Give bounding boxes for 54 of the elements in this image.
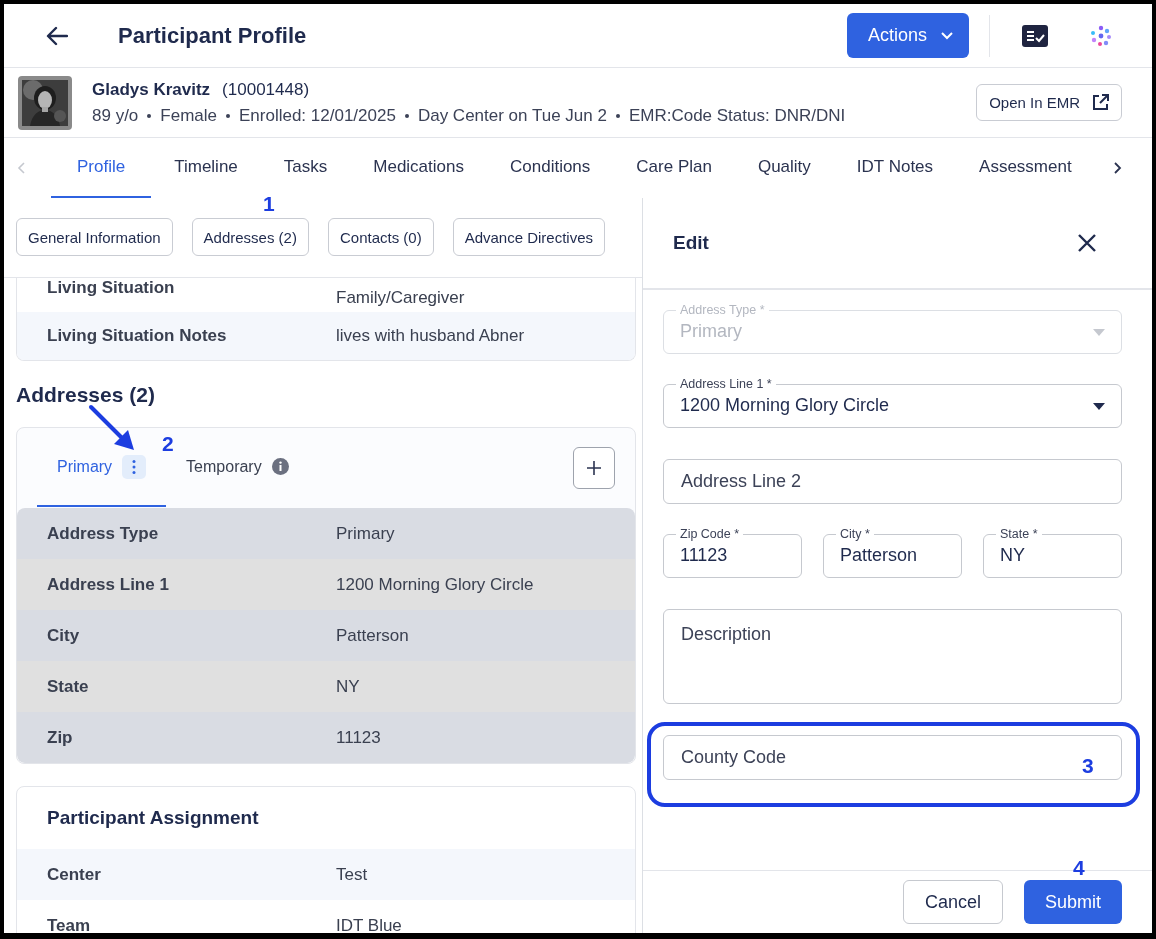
text-field[interactable]: Address Line 2 [663, 459, 1122, 504]
card-title: Participant Assignment [46, 806, 260, 830]
field-value: Primary [336, 523, 396, 544]
description-field[interactable]: Description [663, 609, 1122, 704]
field-value: Patterson [336, 625, 410, 646]
field-label: Address Line 1 [47, 574, 170, 595]
open-in-emr-button[interactable]: Open In EMR [976, 84, 1122, 121]
profile-tab[interactable]: Care Plan [613, 138, 735, 198]
profile-tab[interactable]: Quality [734, 138, 834, 198]
profile-tab[interactable]: Medications [350, 138, 487, 198]
actions-button[interactable]: Actions [846, 13, 969, 58]
address-tab[interactable]: Temporary [186, 428, 289, 507]
text-field[interactable]: City * Patterson [823, 527, 962, 578]
profile-tab[interactable]: Conditions [487, 138, 614, 198]
panel-title: Edit [673, 232, 710, 254]
text-field[interactable]: State * NY [983, 527, 1122, 578]
field-label: Living Situation [47, 278, 176, 298]
participant-detail: Day Center on Tue Jun 2 [417, 105, 607, 126]
field-label: State [47, 676, 90, 697]
field-value: 1200 Morning Glory Circle [336, 574, 535, 595]
participant-detail: Female [160, 105, 217, 126]
participant-id: (10001448) [222, 79, 310, 100]
field-label: Team [47, 915, 92, 933]
field-label: Address Type [47, 523, 160, 544]
profile-tab[interactable]: Timeline [151, 138, 261, 198]
section-chip[interactable]: Addresses (2) [191, 218, 309, 256]
field-label: Zip [47, 727, 74, 748]
field-label: Living Situation Notes [47, 326, 228, 346]
section-heading: Addresses (2) [16, 383, 156, 407]
profile-tab[interactable]: IDT Notes [833, 138, 957, 198]
field-value: Test [336, 864, 369, 885]
participant-detail: EMR:Code Status: DNR/DNI [628, 105, 846, 126]
participant-detail: Enrolled: 12/01/2025 [239, 105, 396, 126]
participant-name: Gladys Kravitz [92, 79, 211, 100]
profile-tab[interactable]: Profile [51, 138, 152, 198]
submit-button[interactable]: Submit [1024, 880, 1122, 924]
field-value: NY [336, 676, 361, 697]
text-field[interactable]: Zip Code * 11123 [663, 527, 802, 578]
section-chip[interactable]: Advance Directives [452, 218, 606, 256]
annotation-number: 3 [1082, 754, 1094, 778]
page-title: Participant Profile [118, 22, 307, 49]
field-label: City [47, 625, 81, 646]
select-field[interactable]: Address Line 1 * 1200 Morning Glory Circle [663, 377, 1122, 428]
annotation-number: 4 [1073, 856, 1085, 880]
section-chip[interactable]: General Information [16, 218, 173, 256]
field-value: Family/Caregiver [336, 288, 466, 309]
section-chip[interactable]: Contacts (0) [327, 218, 434, 256]
cancel-button[interactable]: Cancel [902, 880, 1003, 924]
field-value: lives with husband Abner [336, 326, 526, 346]
participant-detail: 89 y/o [92, 105, 139, 126]
profile-tab[interactable]: Assessment [956, 138, 1095, 198]
field-value: 11123 [336, 727, 382, 748]
field-value: IDT Blue [336, 915, 403, 933]
field-label: Center [47, 864, 102, 885]
